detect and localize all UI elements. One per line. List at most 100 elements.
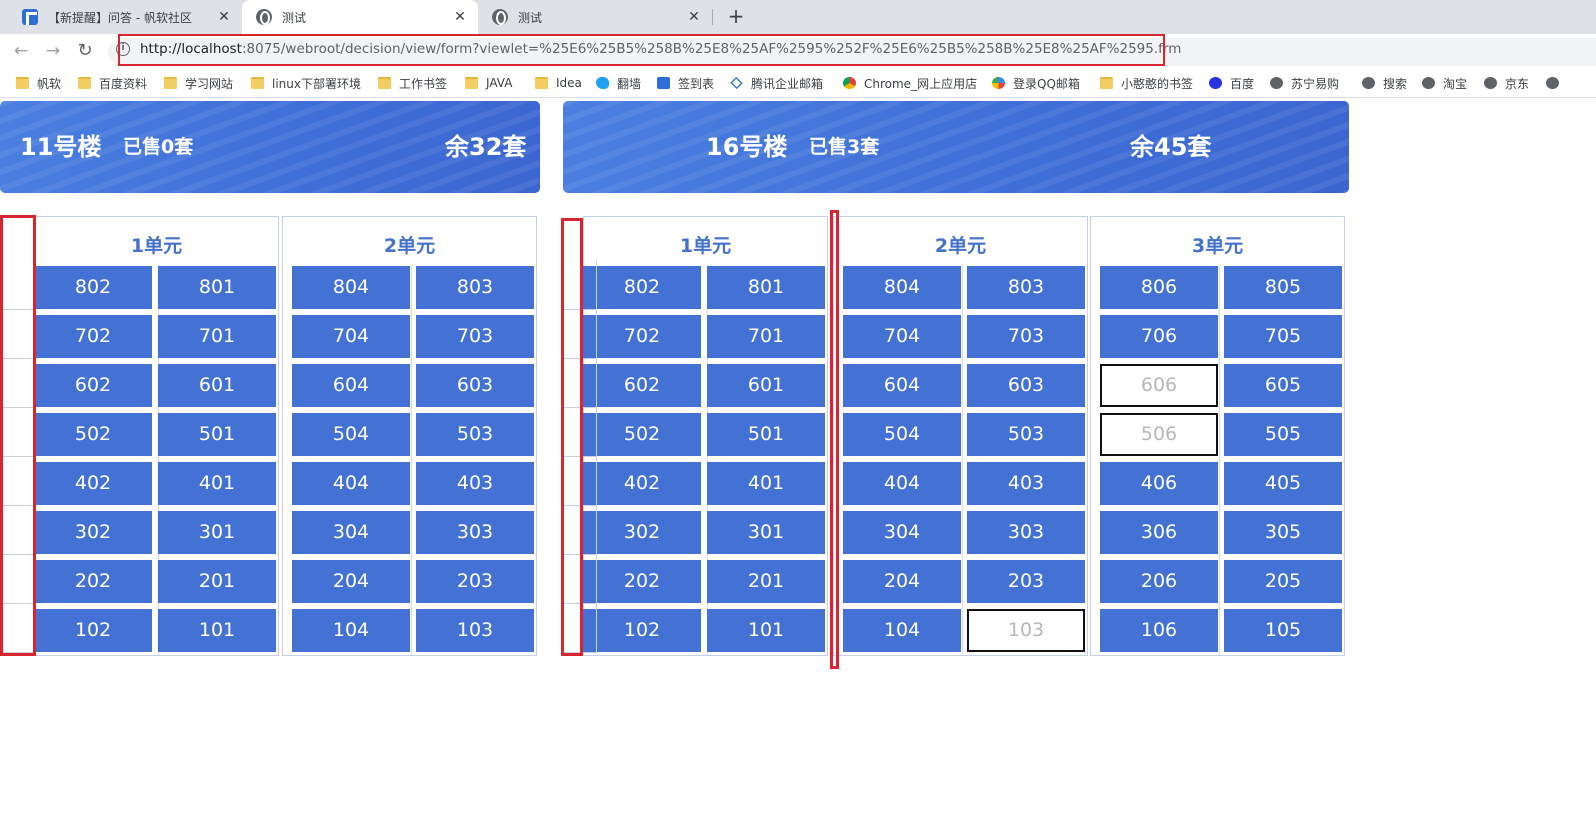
- room-cell[interactable]: 604: [292, 364, 410, 407]
- room-cell[interactable]: 702: [583, 315, 701, 358]
- room-cell-available[interactable]: 506: [1100, 413, 1218, 456]
- bookmark-item[interactable]: 淘宝: [1422, 74, 1467, 92]
- room-cell[interactable]: 203: [416, 560, 534, 603]
- room-cell[interactable]: 202: [583, 560, 701, 603]
- room-cell[interactable]: 404: [843, 462, 961, 505]
- room-cell[interactable]: 303: [416, 511, 534, 554]
- room-cell[interactable]: 106: [1100, 609, 1218, 652]
- room-cell[interactable]: 501: [707, 413, 825, 456]
- bookmark-item[interactable]: 签到表: [657, 74, 714, 92]
- room-cell[interactable]: 406: [1100, 462, 1218, 505]
- back-button[interactable]: ←: [10, 40, 32, 62]
- room-cell[interactable]: 801: [158, 266, 276, 309]
- room-cell[interactable]: 302: [34, 511, 152, 554]
- room-cell[interactable]: 403: [416, 462, 534, 505]
- room-cell[interactable]: 205: [1224, 560, 1342, 603]
- room-cell[interactable]: 604: [843, 364, 961, 407]
- room-cell[interactable]: 701: [707, 315, 825, 358]
- bookmark-item[interactable]: JAVA: [465, 74, 512, 92]
- room-cell[interactable]: 304: [843, 511, 961, 554]
- room-cell[interactable]: 304: [292, 511, 410, 554]
- room-cell[interactable]: 705: [1224, 315, 1342, 358]
- room-cell[interactable]: 204: [292, 560, 410, 603]
- room-cell[interactable]: 806: [1100, 266, 1218, 309]
- bookmark-item[interactable]: 百度: [1209, 74, 1254, 92]
- room-cell[interactable]: 701: [158, 315, 276, 358]
- room-cell[interactable]: 703: [416, 315, 534, 358]
- room-cell[interactable]: 601: [707, 364, 825, 407]
- room-cell[interactable]: 503: [967, 413, 1085, 456]
- room-cell[interactable]: 102: [583, 609, 701, 652]
- room-cell[interactable]: 804: [292, 266, 410, 309]
- room-cell[interactable]: 202: [34, 560, 152, 603]
- close-icon[interactable]: ✕: [686, 9, 702, 25]
- bookmark-item[interactable]: 帆软: [16, 74, 61, 92]
- bookmark-overflow[interactable]: [1546, 74, 1567, 92]
- room-cell[interactable]: 204: [843, 560, 961, 603]
- room-cell[interactable]: 305: [1224, 511, 1342, 554]
- room-cell[interactable]: 402: [34, 462, 152, 505]
- room-cell[interactable]: 702: [34, 315, 152, 358]
- room-cell[interactable]: 102: [34, 609, 152, 652]
- room-cell[interactable]: 601: [158, 364, 276, 407]
- bookmark-item[interactable]: 小憨憨的书签: [1100, 74, 1193, 92]
- bookmark-item[interactable]: Idea: [535, 74, 582, 92]
- bookmark-item[interactable]: 学习网站: [164, 74, 233, 92]
- room-cell-available[interactable]: 103: [967, 609, 1085, 652]
- room-cell[interactable]: 302: [583, 511, 701, 554]
- room-cell[interactable]: 301: [707, 511, 825, 554]
- bookmark-item[interactable]: 腾讯企业邮箱: [730, 74, 823, 92]
- room-cell[interactable]: 104: [843, 609, 961, 652]
- room-cell[interactable]: 602: [583, 364, 701, 407]
- tab-fanruan-community[interactable]: 【新提醒】问答 - 帆软社区 ✕: [8, 0, 242, 34]
- close-icon[interactable]: ✕: [216, 9, 232, 25]
- room-cell[interactable]: 805: [1224, 266, 1342, 309]
- bookmark-item[interactable]: 工作书签: [378, 74, 447, 92]
- bookmark-item[interactable]: Chrome_网上应用店: [843, 74, 977, 92]
- room-cell[interactable]: 804: [843, 266, 961, 309]
- room-cell[interactable]: 103: [416, 609, 534, 652]
- room-cell[interactable]: 704: [292, 315, 410, 358]
- room-cell[interactable]: 404: [292, 462, 410, 505]
- room-cell[interactable]: 405: [1224, 462, 1342, 505]
- room-cell[interactable]: 201: [158, 560, 276, 603]
- room-cell[interactable]: 401: [158, 462, 276, 505]
- room-cell[interactable]: 706: [1100, 315, 1218, 358]
- reload-button[interactable]: ↻: [74, 40, 96, 62]
- room-cell[interactable]: 603: [967, 364, 1085, 407]
- room-cell[interactable]: 503: [416, 413, 534, 456]
- room-cell[interactable]: 301: [158, 511, 276, 554]
- bookmark-item[interactable]: 京东: [1484, 74, 1529, 92]
- room-cell-available[interactable]: 606: [1100, 364, 1218, 407]
- room-cell[interactable]: 101: [158, 609, 276, 652]
- room-cell[interactable]: 504: [292, 413, 410, 456]
- room-cell[interactable]: 502: [34, 413, 152, 456]
- room-cell[interactable]: 505: [1224, 413, 1342, 456]
- room-cell[interactable]: 501: [158, 413, 276, 456]
- room-cell[interactable]: 203: [967, 560, 1085, 603]
- room-cell[interactable]: 802: [34, 266, 152, 309]
- room-cell[interactable]: 803: [967, 266, 1085, 309]
- tab-test[interactable]: 测试 ✕: [478, 0, 712, 34]
- forward-button[interactable]: →: [42, 40, 64, 62]
- room-cell[interactable]: 502: [583, 413, 701, 456]
- room-cell[interactable]: 206: [1100, 560, 1218, 603]
- room-cell[interactable]: 401: [707, 462, 825, 505]
- room-cell[interactable]: 104: [292, 609, 410, 652]
- bookmark-item[interactable]: 翻墙: [596, 74, 641, 92]
- room-cell[interactable]: 803: [416, 266, 534, 309]
- room-cell[interactable]: 105: [1224, 609, 1342, 652]
- new-tab-button[interactable]: +: [724, 5, 748, 29]
- room-cell[interactable]: 504: [843, 413, 961, 456]
- room-cell[interactable]: 801: [707, 266, 825, 309]
- bookmark-item[interactable]: linux下部署环境: [251, 74, 361, 92]
- room-cell[interactable]: 306: [1100, 511, 1218, 554]
- bookmark-item[interactable]: 登录QQ邮箱: [992, 74, 1080, 92]
- tab-test-active[interactable]: 测试 ✕: [242, 0, 478, 34]
- close-icon[interactable]: ✕: [452, 9, 468, 25]
- room-cell[interactable]: 703: [967, 315, 1085, 358]
- bookmark-item[interactable]: 搜索: [1362, 74, 1407, 92]
- room-cell[interactable]: 101: [707, 609, 825, 652]
- room-cell[interactable]: 605: [1224, 364, 1342, 407]
- room-cell[interactable]: 602: [34, 364, 152, 407]
